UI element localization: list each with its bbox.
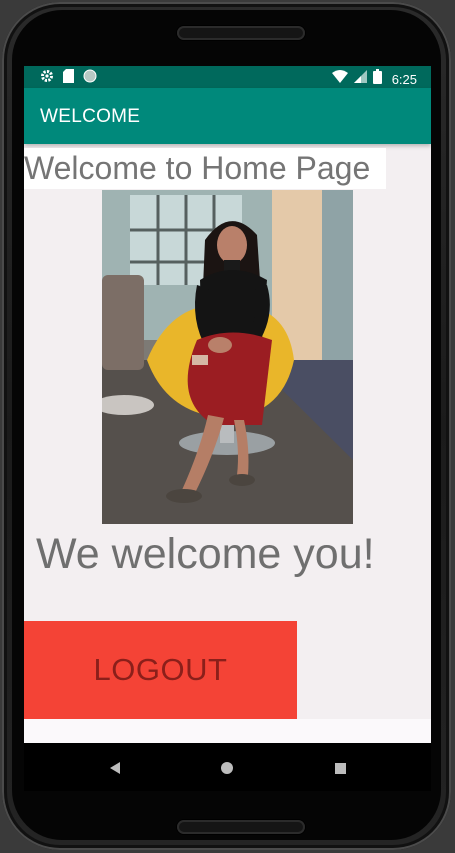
recents-icon[interactable] [329,757,351,779]
nav-bar [24,743,431,791]
battery-icon [372,69,382,89]
signal-icon [353,70,367,88]
profile-photo [102,190,353,524]
page-heading: Welcome to Home Page [24,148,386,189]
back-icon[interactable] [104,757,126,779]
app-bar-title: WELCOME [40,106,141,127]
status-time: 6:25 [391,71,417,87]
sd-card-icon [63,69,74,88]
welcome-message: We welcome you! [36,530,375,578]
circle-icon [83,69,97,88]
top-speaker [177,26,305,40]
wifi-icon [331,70,348,88]
logout-button[interactable]: LOGOUT [24,621,297,719]
home-icon[interactable] [216,757,238,779]
bottom-strip [24,719,431,743]
status-bar: 6:25 [24,66,431,88]
app-bar: WELCOME [24,88,431,144]
phone-screen: 6:25 WELCOME Welcome to Home Page We wel… [24,66,431,743]
bottom-speaker [177,820,305,834]
gear-icon [40,69,54,88]
